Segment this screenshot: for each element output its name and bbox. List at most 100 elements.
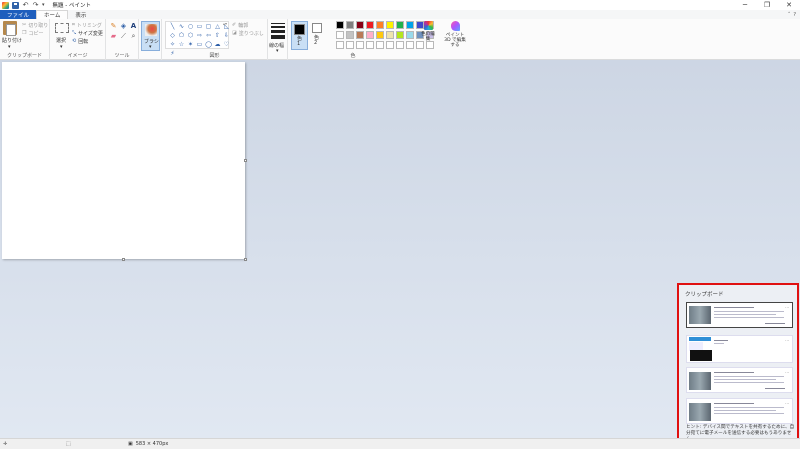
edit-with-paint3d-button[interactable]: ペイント 3D で編集する — [442, 21, 468, 49]
paint-app-icon[interactable] — [2, 1, 9, 9]
shape-option[interactable]: ⬡ — [187, 32, 194, 39]
shape-option[interactable]: ⇧ — [214, 32, 221, 39]
select-dropdown-icon[interactable]: ▾ — [60, 44, 63, 50]
resize-label: サイズ変更 — [78, 30, 103, 37]
color-swatch[interactable] — [346, 41, 354, 49]
clipboard-item[interactable]: ··· — [686, 367, 793, 393]
color-swatch[interactable] — [366, 31, 374, 39]
resize-button[interactable]: ⤡ サイズ変更 — [72, 29, 103, 37]
color-swatch[interactable] — [366, 21, 374, 29]
tab-file[interactable]: ファイル — [0, 10, 37, 19]
shape-option[interactable]: ♡ — [223, 41, 230, 48]
canvas-resize-handle-right[interactable] — [244, 159, 247, 162]
color-swatch[interactable] — [376, 21, 384, 29]
color-swatch[interactable] — [346, 21, 354, 29]
clipboard-item[interactable]: ··· — [686, 398, 793, 424]
shape-option[interactable]: △ — [214, 23, 221, 30]
shape-option[interactable]: ☁ — [214, 41, 221, 48]
shape-option[interactable]: ✧ — [169, 41, 176, 48]
color-swatch[interactable] — [406, 21, 414, 29]
color-swatch[interactable] — [356, 41, 364, 49]
size-group: 線の幅 ▾ — [268, 19, 288, 60]
shape-option[interactable]: ╲ — [169, 23, 176, 30]
clipboard-item-more-icon[interactable]: ··· — [785, 401, 789, 406]
clipboard-item[interactable]: ··· — [686, 302, 793, 328]
clipboard-item-more-icon[interactable]: ··· — [785, 305, 789, 310]
shape-option[interactable]: ☆ — [178, 41, 185, 48]
shape-option[interactable]: ▭ — [196, 23, 203, 30]
shape-option[interactable]: ◇ — [169, 32, 176, 39]
color-swatch[interactable] — [406, 31, 414, 39]
eraser-icon[interactable]: ▰ — [109, 32, 118, 41]
crop-icon: ⌗ — [72, 22, 75, 28]
shape-option[interactable]: ⇩ — [223, 32, 230, 39]
tab-view[interactable]: 表示 — [68, 10, 93, 19]
canvas-resize-handle-corner[interactable] — [244, 258, 247, 261]
fill-button[interactable]: ◪ 塗りつぶし — [232, 29, 264, 37]
color-swatch[interactable] — [336, 41, 344, 49]
minimize-button[interactable]: ─ — [734, 0, 756, 10]
brushes-button[interactable]: ブラシ ▾ — [141, 21, 160, 51]
shape-option[interactable]: ⬠ — [178, 32, 185, 39]
color-swatch[interactable] — [356, 21, 364, 29]
color-swatch[interactable] — [386, 41, 394, 49]
maximize-button[interactable]: ❐ — [756, 0, 778, 10]
line-width-icon[interactable] — [271, 23, 285, 39]
drawing-canvas[interactable] — [2, 62, 245, 259]
color-swatch[interactable] — [336, 21, 344, 29]
shape-option[interactable]: ⇨ — [196, 32, 203, 39]
text-tool-icon[interactable]: A — [129, 22, 138, 31]
color1-button[interactable]: 色 1 — [291, 21, 308, 50]
paste-button[interactable]: 貼り付け — [2, 37, 22, 44]
color-swatch[interactable] — [396, 31, 404, 39]
fill-bucket-icon[interactable]: ◈ — [119, 22, 128, 31]
color-swatch[interactable] — [386, 21, 394, 29]
clipboard-item[interactable]: ··· — [686, 335, 793, 363]
clipboard-item-more-icon[interactable]: ··· — [785, 370, 789, 375]
shapes-group-label: 図形 — [209, 53, 220, 59]
canvas-resize-handle-bottom[interactable] — [122, 258, 125, 261]
shape-option[interactable]: ▭ — [196, 41, 203, 48]
paste-dropdown-icon[interactable]: ▾ — [8, 44, 11, 50]
outline-button[interactable]: ✐ 輪郭 — [232, 21, 264, 29]
color-swatch[interactable] — [356, 31, 364, 39]
redo-icon[interactable]: ↷ — [32, 1, 39, 9]
color-swatch[interactable] — [396, 41, 404, 49]
clipboard-item-more-icon[interactable]: ··· — [785, 338, 789, 343]
magnifier-icon[interactable]: ⌕ — [129, 32, 138, 41]
shape-option[interactable]: ✶ — [187, 41, 194, 48]
rotate-button[interactable]: ⟲ 回転 — [72, 37, 103, 45]
paste-icon[interactable] — [3, 21, 17, 36]
color-swatch[interactable] — [406, 41, 414, 49]
color-swatch[interactable] — [386, 31, 394, 39]
gallery-scroll-icon[interactable]: ▴▾ — [223, 21, 227, 26]
color-picker-icon[interactable]: ⟋ — [119, 32, 128, 41]
shape-option[interactable]: ∿ — [178, 23, 185, 30]
pencil-icon[interactable]: ✎ — [109, 22, 118, 31]
save-icon[interactable] — [12, 1, 19, 9]
cut-button[interactable]: ✂ 切り取り — [22, 21, 48, 29]
edit-colors-button[interactable]: 色の編集 — [419, 21, 437, 49]
color-swatch[interactable] — [346, 31, 354, 39]
copy-button[interactable]: ❐ コピー — [22, 29, 48, 37]
collapse-ribbon-icon[interactable]: ˄ — [788, 12, 791, 18]
select-button[interactable]: 選択 — [56, 37, 66, 44]
tab-home[interactable]: ホーム — [36, 10, 69, 19]
color-swatch[interactable] — [336, 31, 344, 39]
select-icon[interactable] — [55, 23, 69, 33]
shape-option[interactable]: ◯ — [205, 41, 212, 48]
color-swatch[interactable] — [376, 31, 384, 39]
customize-dropdown-icon[interactable]: ▾ — [42, 2, 45, 8]
shape-option[interactable]: ▢ — [205, 23, 212, 30]
shape-option[interactable]: ⇦ — [205, 32, 212, 39]
close-button[interactable]: ✕ — [778, 0, 800, 10]
crop-button[interactable]: ⌗ トリミング — [72, 21, 103, 29]
color-swatch[interactable] — [376, 41, 384, 49]
shape-option[interactable]: ○ — [187, 23, 194, 30]
color-swatch[interactable] — [366, 41, 374, 49]
undo-icon[interactable]: ↶ — [22, 1, 29, 9]
color2-button[interactable]: 色 2 — [311, 23, 324, 50]
color-swatch[interactable] — [396, 21, 404, 29]
help-icon[interactable]: ? — [793, 12, 796, 18]
line-width-dropdown-icon[interactable]: ▾ — [276, 48, 279, 54]
